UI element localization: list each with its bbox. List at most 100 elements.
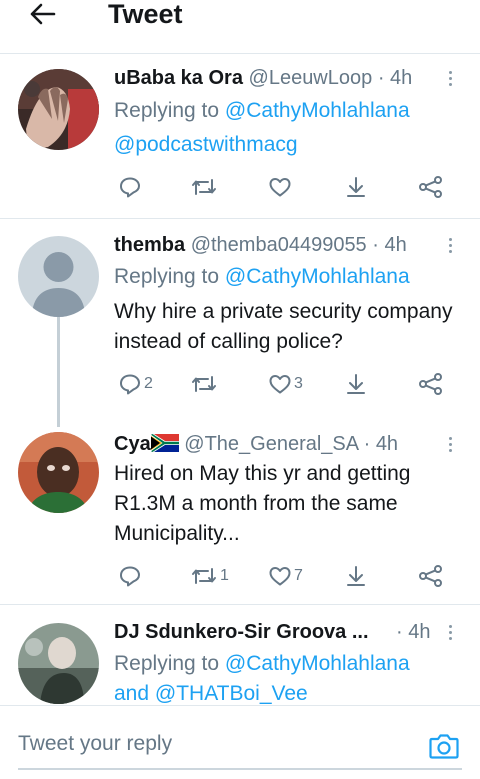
timestamp: 4h: [390, 67, 413, 89]
display-name[interactable]: DJ Sdunkero-Sir Groova ...: [114, 621, 369, 643]
timestamp: 4h: [384, 234, 407, 256]
reply-button[interactable]: [118, 558, 144, 594]
retweet-count: 1: [220, 567, 229, 584]
page-title: Tweet: [108, 0, 183, 29]
camera-icon: [429, 734, 459, 759]
replying-to-line-2: @podcastwithmacg: [114, 129, 298, 161]
mention-link[interactable]: @CathyMohlahlana: [225, 652, 410, 675]
like-count: 7: [294, 567, 303, 584]
reply-button[interactable]: 2: [118, 366, 153, 402]
mention-link[interactable]: @THATBoi_Vee: [155, 682, 308, 705]
mention-link[interactable]: @podcastwithmacg: [114, 133, 298, 156]
like-count: 3: [294, 375, 303, 392]
replying-label: Replying to: [114, 652, 220, 675]
tweet-meta: themba @themba04499055 · 4h: [114, 230, 407, 260]
save-button[interactable]: [344, 169, 368, 205]
share-icon: [419, 565, 442, 587]
tweet-text-line: instead of calling police?: [114, 330, 343, 353]
reply-icon: [120, 566, 140, 587]
tweet[interactable]: uBaba ka Ora @LeeuwLoop · 4h Replying to…: [0, 55, 480, 219]
app-header: Tweet: [0, 0, 480, 54]
south-africa-flag-icon: [150, 434, 179, 452]
handle[interactable]: @The_General_SA: [184, 433, 358, 455]
user-photo-icon: [18, 432, 99, 513]
retweet-icon: [192, 568, 216, 584]
replying-to-line-2: and @THATBoi_Vee: [114, 678, 308, 705]
tweet-actions: 2 3: [100, 366, 460, 402]
tweet-meta: Cya @The_General_SA · 4h: [114, 429, 398, 459]
retweet-button[interactable]: 1: [190, 558, 229, 594]
tweet[interactable]: DJ Sdunkero-Sir Groova ... · 4h Replying…: [0, 605, 480, 705]
tweet-text-line: R1.3M a month from the same: [114, 492, 398, 515]
tweet[interactable]: Cya @The_General_SA · 4h Hired on May th…: [0, 418, 480, 604]
mention-link[interactable]: @CathyMohlahlana: [225, 265, 410, 288]
avatar[interactable]: [18, 69, 99, 150]
like-button[interactable]: 7: [268, 558, 303, 594]
reply-icon: [120, 177, 140, 198]
tweet-text-line: Hired on May this yr and getting: [114, 462, 411, 485]
separator: ·: [377, 67, 385, 89]
display-name[interactable]: themba: [114, 234, 185, 256]
replying-label: Replying to: [114, 99, 220, 122]
save-button[interactable]: [344, 558, 368, 594]
replying-label: Replying to: [114, 265, 220, 288]
more-options-button[interactable]: [440, 617, 460, 647]
like-icon: [269, 375, 291, 394]
tweet-text-line: Municipality...: [114, 522, 240, 545]
share-button[interactable]: [418, 169, 444, 205]
thread-line: [57, 317, 60, 427]
avatar[interactable]: [18, 236, 99, 317]
tweet-meta: DJ Sdunkero-Sir Groova ...: [114, 617, 432, 647]
tweet[interactable]: themba @themba04499055 · 4h Replying to …: [0, 219, 480, 427]
share-icon: [419, 176, 442, 198]
camera-button[interactable]: [424, 726, 464, 766]
reply-input[interactable]: [18, 724, 418, 764]
retweet-button[interactable]: [190, 169, 220, 205]
conjunction: and: [114, 682, 150, 705]
save-button[interactable]: [344, 366, 368, 402]
reply-underline: [18, 768, 462, 770]
replying-to: Replying to @CathyMohlahlana: [114, 261, 410, 293]
more-options-button[interactable]: [440, 63, 460, 93]
display-name[interactable]: uBaba ka Ora: [114, 67, 243, 89]
avatar[interactable]: [18, 623, 99, 704]
separator: ·: [372, 234, 379, 256]
retweet-button[interactable]: [190, 366, 220, 402]
download-icon: [347, 374, 365, 394]
retweet-icon: [192, 376, 216, 392]
tweet-actions: 1 7: [100, 558, 460, 594]
reply-icon: [120, 374, 140, 395]
reply-composer: [0, 705, 480, 779]
avatar[interactable]: [18, 432, 99, 513]
mention-link[interactable]: @CathyMohlahlana: [225, 99, 410, 122]
download-icon: [347, 566, 365, 586]
display-name[interactable]: Cya: [114, 433, 151, 455]
handle[interactable]: @LeeuwLoop: [249, 67, 373, 89]
like-button[interactable]: 3: [268, 366, 303, 402]
hands-photo-icon: [18, 69, 99, 150]
tweet-actions: [100, 169, 460, 205]
default-avatar-icon: [18, 236, 99, 317]
share-button[interactable]: [418, 366, 444, 402]
user-photo-icon: [18, 623, 99, 704]
download-icon: [347, 177, 365, 197]
replying-to: Replying to @CathyMohlahlana: [114, 648, 410, 680]
separator: ·: [396, 621, 403, 643]
reply-count: 2: [144, 375, 153, 392]
more-options-button[interactable]: [440, 429, 460, 459]
more-options-button[interactable]: [440, 230, 460, 260]
separator: ·: [363, 433, 371, 455]
share-button[interactable]: [418, 558, 444, 594]
retweet-icon: [192, 179, 216, 195]
tweet-time: · 4h: [396, 617, 430, 647]
back-button[interactable]: [22, 0, 62, 32]
handle[interactable]: @themba04499055: [191, 234, 367, 256]
reply-button[interactable]: [118, 169, 144, 205]
share-icon: [419, 373, 442, 395]
like-icon: [269, 567, 291, 586]
tweet-meta: uBaba ka Ora @LeeuwLoop · 4h: [114, 63, 412, 93]
like-button[interactable]: [268, 169, 294, 205]
back-arrow-icon: [30, 3, 56, 25]
like-icon: [269, 178, 291, 197]
tweet-text-line: Why hire a private security company: [114, 300, 453, 323]
